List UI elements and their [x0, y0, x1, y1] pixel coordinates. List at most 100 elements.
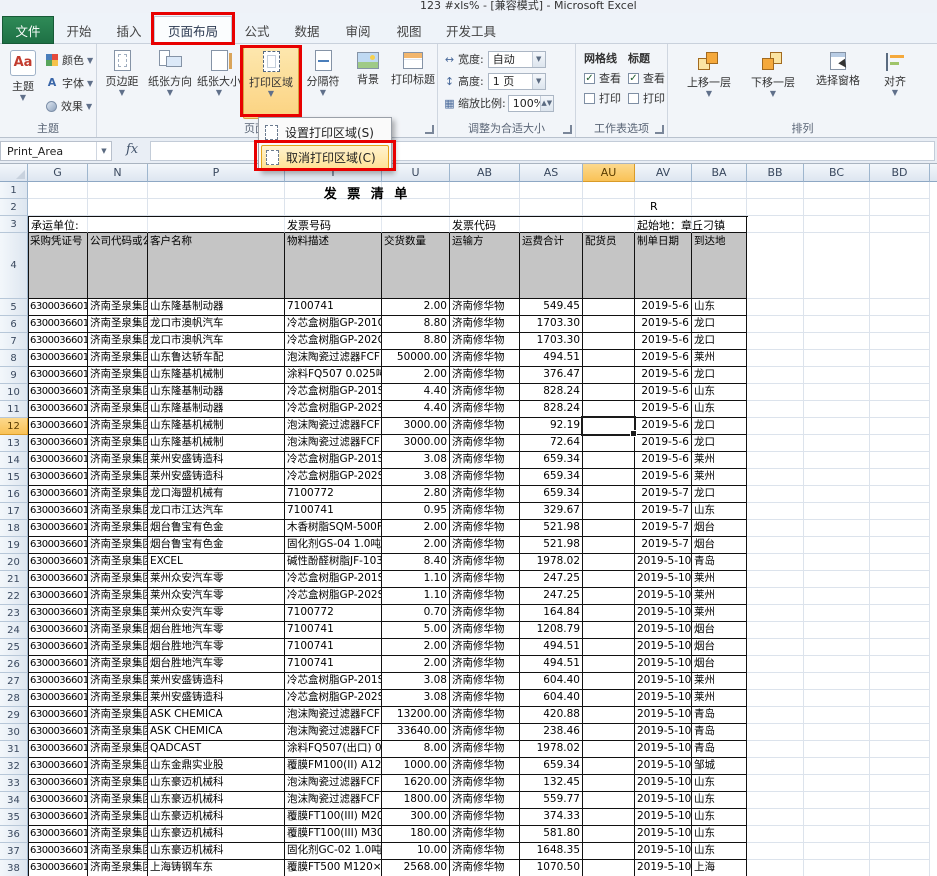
cell[interactable]: 莱州安盛铸造科 — [148, 690, 285, 707]
cell[interactable]: 山东 — [692, 299, 747, 316]
cell[interactable] — [747, 639, 804, 656]
cell[interactable]: 2019-5-6 — [635, 452, 692, 469]
print-titles-button[interactable]: 打印标题 — [390, 47, 436, 119]
theme-fonts-button[interactable]: 字体▼ — [46, 73, 93, 93]
cell[interactable]: 冷芯盒树脂GP-202S — [285, 690, 382, 707]
cell[interactable] — [520, 199, 583, 216]
cell[interactable] — [870, 673, 930, 690]
cell[interactable] — [583, 809, 635, 826]
cell[interactable]: 4.40 — [382, 384, 450, 401]
cell[interactable]: 济南修华物 — [450, 758, 520, 775]
cell[interactable] — [747, 741, 804, 758]
cell[interactable]: 2019-5-10 — [635, 673, 692, 690]
headings-print-checkbox[interactable]: 打印 — [628, 88, 665, 108]
cell[interactable]: 6300036601 — [28, 673, 88, 690]
cell[interactable] — [747, 554, 804, 571]
row-header-19[interactable]: 19 — [0, 537, 28, 554]
cell[interactable]: 济南修华物 — [450, 622, 520, 639]
cell[interactable]: 莱州 — [692, 673, 747, 690]
cell[interactable]: 莱州众安汽车零 — [148, 605, 285, 622]
cell[interactable]: 6300036601 — [28, 639, 88, 656]
row-header-31[interactable]: 31 — [0, 741, 28, 758]
cell[interactable]: 2.00 — [382, 656, 450, 673]
cell[interactable]: 6300036601 — [28, 299, 88, 316]
cell[interactable] — [870, 571, 930, 588]
cell[interactable] — [747, 503, 804, 520]
cell[interactable]: 泡沫陶瓷过滤器FCF — [285, 792, 382, 809]
cell[interactable] — [747, 418, 804, 435]
cell[interactable] — [747, 367, 804, 384]
cell[interactable]: 济南修华物 — [450, 809, 520, 826]
row-header-13[interactable]: 13 — [0, 435, 28, 452]
cell[interactable] — [583, 826, 635, 843]
tab-formulas[interactable]: 公式 — [232, 16, 282, 44]
cell[interactable] — [804, 503, 870, 520]
cell[interactable] — [870, 384, 930, 401]
cell[interactable] — [870, 452, 930, 469]
cell[interactable] — [804, 384, 870, 401]
cell[interactable] — [747, 588, 804, 605]
cell[interactable] — [520, 182, 583, 199]
cell[interactable]: 2019-5-6 — [635, 435, 692, 452]
cell[interactable]: 6300036601 — [28, 333, 88, 350]
cell[interactable] — [804, 537, 870, 554]
cell[interactable]: 4.40 — [382, 401, 450, 418]
cell[interactable] — [804, 452, 870, 469]
cell[interactable] — [870, 622, 930, 639]
cell[interactable]: 8.00 — [382, 741, 450, 758]
table-header-cell[interactable]: 客户名称 — [148, 233, 285, 299]
cell[interactable]: 济南修华物 — [450, 367, 520, 384]
cell[interactable] — [870, 401, 930, 418]
cell[interactable] — [870, 656, 930, 673]
cell[interactable]: 2019-5-10 — [635, 792, 692, 809]
tab-home[interactable]: 开始 — [54, 16, 104, 44]
cell[interactable]: 2.00 — [382, 639, 450, 656]
cell[interactable] — [747, 707, 804, 724]
cell[interactable]: 济南修华物 — [450, 486, 520, 503]
cell[interactable]: 邹城 — [692, 758, 747, 775]
cell[interactable]: 济南修华物 — [450, 860, 520, 876]
cell[interactable]: 6300036601 — [28, 690, 88, 707]
row-header-38[interactable]: 38 — [0, 860, 28, 876]
cell[interactable]: 659.34 — [520, 469, 583, 486]
cell[interactable]: 180.00 — [382, 826, 450, 843]
tab-file[interactable]: 文件 — [2, 16, 54, 44]
table-header-cell[interactable]: 配货员 — [583, 233, 635, 299]
cell[interactable]: 山东 — [692, 826, 747, 843]
cell[interactable]: 泡沫陶瓷过滤器FCF — [285, 775, 382, 792]
cell[interactable] — [747, 401, 804, 418]
cell[interactable]: 济南修华物 — [450, 537, 520, 554]
cell[interactable]: 2019-5-6 — [635, 350, 692, 367]
cell[interactable] — [804, 299, 870, 316]
cell[interactable]: 济南圣泉集团 — [88, 469, 148, 486]
cell[interactable]: 固化剂GS-04 1.0吨/ — [285, 537, 382, 554]
cell[interactable] — [747, 690, 804, 707]
cell[interactable]: 莱州 — [692, 690, 747, 707]
cell[interactable]: 青岛 — [692, 554, 747, 571]
cell[interactable]: ASK CHEMICA — [148, 707, 285, 724]
orientation-button[interactable]: 纸张方向▼ — [145, 47, 195, 119]
cell[interactable]: 山东隆基机械制 — [148, 418, 285, 435]
sheet-options-dialog-launcher[interactable] — [655, 125, 664, 134]
breaks-button[interactable]: 分隔符▼ — [300, 47, 346, 119]
cell[interactable]: 济南圣泉集团 — [88, 690, 148, 707]
cell[interactable]: 莱州安盛铸造科 — [148, 469, 285, 486]
cell[interactable]: 604.40 — [520, 673, 583, 690]
cell[interactable]: 上海铸钢车东 — [148, 860, 285, 876]
cell[interactable]: 济南圣泉集团 — [88, 843, 148, 860]
cell[interactable]: 247.25 — [520, 571, 583, 588]
cell[interactable]: 济南圣泉集团 — [88, 520, 148, 537]
cell[interactable]: 山东豪迈机械科 — [148, 775, 285, 792]
cell[interactable]: 济南修华物 — [450, 503, 520, 520]
row-header-21[interactable]: 21 — [0, 571, 28, 588]
cell[interactable]: 莱州 — [692, 452, 747, 469]
cell[interactable] — [520, 216, 583, 233]
cell[interactable] — [692, 182, 747, 199]
cell[interactable]: 济南圣泉集团 — [88, 724, 148, 741]
cell[interactable]: 164.84 — [520, 605, 583, 622]
cell[interactable]: 604.40 — [520, 690, 583, 707]
cell[interactable] — [583, 503, 635, 520]
cell[interactable]: 济南圣泉集团 — [88, 418, 148, 435]
cell[interactable] — [692, 199, 747, 216]
cell[interactable] — [804, 809, 870, 826]
